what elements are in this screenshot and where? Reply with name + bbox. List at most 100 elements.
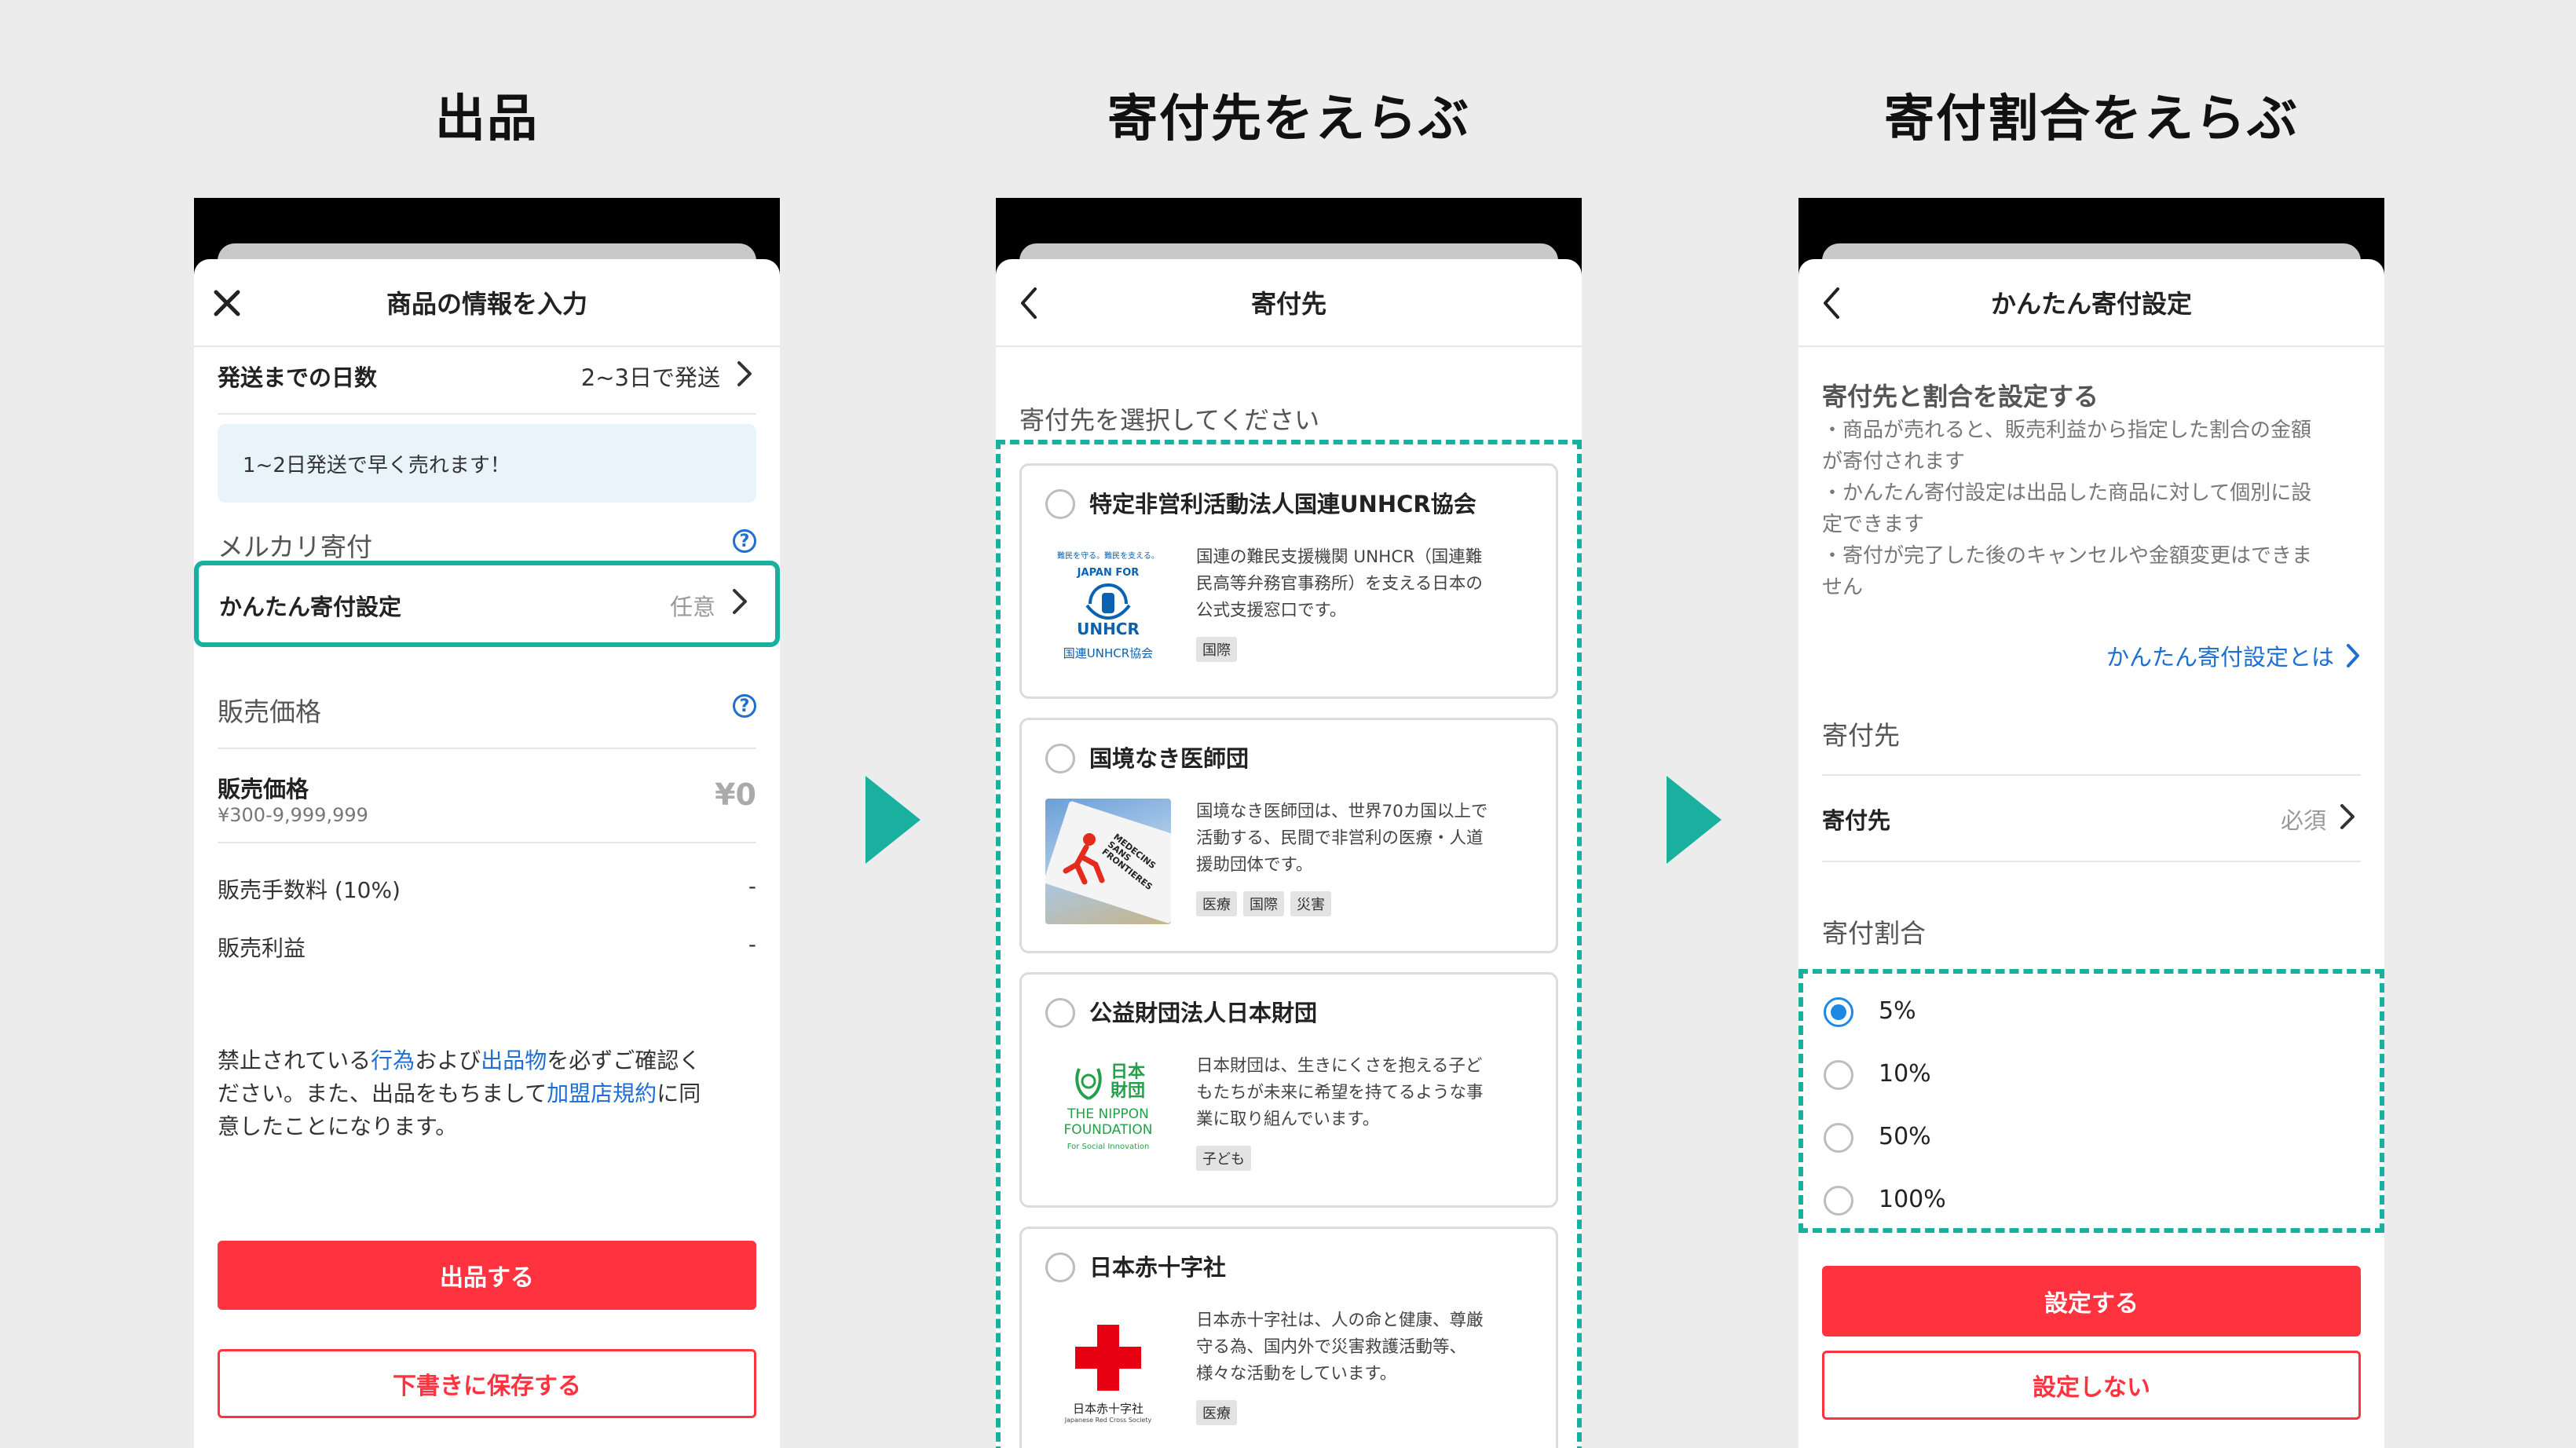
recipient-name: 日本赤十字社 xyxy=(1089,1254,1227,1281)
nav-bar: 寄付先 xyxy=(996,259,1582,347)
divider xyxy=(1822,861,2361,862)
tag-list: 子ども xyxy=(1196,1146,1251,1171)
phone-ratio-screen: かんたん寄付設定 寄付先と割合を設定する ・商品が売れると、販売利益から指定した… xyxy=(1798,198,2384,1448)
recipient-name: 特定非営利活動法人国連UNHCR協会 xyxy=(1089,491,1476,517)
note-line: が寄付されます xyxy=(1822,450,1966,474)
ratio-sheet: かんたん寄付設定 寄付先と割合を設定する ・商品が売れると、販売利益から指定した… xyxy=(1798,259,2384,1448)
radio-button[interactable] xyxy=(1824,1123,1853,1153)
tag: 災害 xyxy=(1290,891,1331,916)
set-donation-button[interactable]: 設定する xyxy=(1822,1266,2361,1336)
description-line: もたちが未来に希望を持てるような事 xyxy=(1196,1083,1484,1102)
ratio-option-5[interactable]: 5% xyxy=(1798,985,2384,1040)
radio-button[interactable] xyxy=(1045,489,1075,519)
radio-button-selected[interactable] xyxy=(1824,997,1853,1027)
next-step-arrow-icon xyxy=(1667,776,1722,864)
description-line: 業に取り組んでいます。 xyxy=(1196,1110,1380,1129)
nippon-foundation-logo: 日本 財団 THE NIPPON FOUNDATION For Social I… xyxy=(1045,1053,1171,1179)
unhcr-logo: 難民を守る。難民を支える。 JAPAN FOR UNHCR 国連UNHCR協会 xyxy=(1045,544,1171,670)
recipient-label: 寄付先 xyxy=(1822,807,1891,834)
step-title-listing: 出品 xyxy=(435,90,539,148)
radio-button[interactable] xyxy=(1824,1186,1853,1216)
recipient-name: 公益財団法人日本財団 xyxy=(1089,1000,1318,1026)
help-icon[interactable]: ? xyxy=(733,529,756,553)
listing-sheet: 商品の情報を入力 発送までの日数 2~3日で発送 1~2日発送で早く売れます！ … xyxy=(194,259,780,1448)
price-row[interactable]: 販売価格 ¥300-9,999,999 ¥0 xyxy=(218,749,756,840)
section-heading-ratio: 寄付割合 xyxy=(1822,918,1926,949)
back-chevron-icon[interactable] xyxy=(1809,281,1853,325)
description-line: 公式支援窓口です。 xyxy=(1196,601,1347,620)
recipient-name: 国境なき医師団 xyxy=(1089,745,1250,772)
step-title-choose-recipient: 寄付先をえらぶ xyxy=(1107,90,1470,148)
radio-button[interactable] xyxy=(1045,998,1075,1028)
radio-button[interactable] xyxy=(1045,1252,1075,1282)
recipient-card-msf[interactable]: 国境なき医師団 MEDECINS SANS FRONTIERES 国境なき医師団… xyxy=(1019,718,1558,953)
logo-text: 日本 xyxy=(1110,1062,1145,1082)
notice-text: および xyxy=(415,1048,481,1073)
description-line: 国境なき医師団は、世界70カ国以上で xyxy=(1196,802,1488,821)
save-draft-button[interactable]: 下書きに保存する xyxy=(218,1349,756,1418)
radio-button[interactable] xyxy=(1045,744,1075,773)
recipient-required: 必須 xyxy=(2280,807,2326,834)
submit-listing-button[interactable]: 出品する xyxy=(218,1241,756,1310)
recipient-description: 日本赤十字社は、人の命と健康、尊厳 守る為、国内外で災害救護活動等、 様々な活動… xyxy=(1196,1307,1524,1388)
price-range: ¥300-9,999,999 xyxy=(218,804,368,826)
shipping-days-label: 発送までの日数 xyxy=(218,364,378,391)
page-title: 商品の情報を入力 xyxy=(386,289,587,319)
no-donation-button[interactable]: 設定しない xyxy=(1822,1351,2361,1420)
shipping-days-value: 2~3日で発送 xyxy=(580,364,720,391)
phone-recipient-screen: 寄付先 寄付先を選択してください 特定非営利活動法人国連UNHCR協会 難民を守… xyxy=(996,198,1582,1448)
msf-flag-photo: MEDECINS SANS FRONTIERES xyxy=(1045,799,1171,924)
recipient-row[interactable]: 寄付先 必須 xyxy=(1822,776,2361,859)
easy-donation-row[interactable]: かんたん寄付設定 任意 xyxy=(194,561,780,647)
nav-bar: かんたん寄付設定 xyxy=(1798,259,2384,347)
ratio-label: 5% xyxy=(1879,997,1916,1025)
ratio-option-100[interactable]: 100% xyxy=(1798,1173,2384,1228)
description-line: 民高等弁務官事務所）を支える日本の xyxy=(1196,574,1483,594)
price-label: 販売価格 xyxy=(218,776,309,803)
prohibited-items-link[interactable]: 出品物 xyxy=(481,1048,547,1073)
logo-text: JAPAN FOR xyxy=(1077,567,1140,579)
prohibited-actions-link[interactable]: 行為 xyxy=(371,1048,415,1073)
chevron-right-icon xyxy=(2339,803,2356,831)
settings-heading: 寄付先と割合を設定する xyxy=(1822,382,2099,411)
recipient-card-red-cross[interactable]: 日本赤十字社 日本赤十字社 Japanese Red Cross Society… xyxy=(1019,1227,1558,1448)
ratio-option-10[interactable]: 10% xyxy=(1798,1048,2384,1102)
chevron-right-icon xyxy=(731,587,748,616)
shipping-tip-banner: 1~2日発送で早く売れます！ xyxy=(218,424,756,503)
ratio-label: 50% xyxy=(1879,1123,1931,1150)
logo-text: THE NIPPON xyxy=(1067,1106,1149,1122)
ratio-label: 100% xyxy=(1879,1186,1946,1213)
recipient-card-unhcr[interactable]: 特定非営利活動法人国連UNHCR協会 難民を守る。難民を支える。 JAPAN F… xyxy=(1019,463,1558,699)
msf-runner-icon xyxy=(1063,833,1105,885)
easy-donation-value: 任意 xyxy=(669,594,715,620)
note-line: ・かんたん寄付設定は出品した商品に対して個別に設 xyxy=(1822,481,2312,505)
notice-text: に同 xyxy=(657,1081,701,1106)
nippon-foundation-emblem-icon xyxy=(1075,1068,1102,1100)
tag: 国際 xyxy=(1243,891,1284,916)
chevron-right-icon xyxy=(736,360,753,388)
tag-list: 医療 xyxy=(1196,1400,1237,1425)
description-line: 援助団体です。 xyxy=(1196,855,1313,875)
recipient-card-nippon-foundation[interactable]: 公益財団法人日本財団 日本 財団 THE NIPPON FOUNDATION F… xyxy=(1019,972,1558,1208)
divider xyxy=(218,413,756,415)
ratio-option-50[interactable]: 50% xyxy=(1798,1110,2384,1165)
back-chevron-icon[interactable] xyxy=(1007,281,1051,325)
nav-bar: 商品の情報を入力 xyxy=(194,259,780,347)
tag: 医療 xyxy=(1196,1400,1237,1425)
logo-text: FOUNDATION xyxy=(1063,1122,1153,1138)
description-line: 守る為、国内外で災害救護活動等、 xyxy=(1196,1337,1467,1357)
description-line: 日本赤十字社は、人の命と健康、尊厳 xyxy=(1196,1311,1484,1330)
help-icon[interactable]: ? xyxy=(733,694,756,718)
note-line: ・寄付が完了した後のキャンセルや金額変更はできま xyxy=(1822,544,2313,568)
logo-text: 国連UNHCR協会 xyxy=(1063,646,1154,660)
close-icon[interactable] xyxy=(205,281,249,325)
price-input[interactable]: ¥0 xyxy=(715,777,756,812)
about-easy-donation-link[interactable]: かんたん寄付設定とは xyxy=(2106,639,2361,672)
tag: 医療 xyxy=(1196,891,1237,916)
unhcr-emblem-icon xyxy=(1085,583,1131,620)
radio-button[interactable] xyxy=(1824,1060,1853,1090)
chevron-right-icon xyxy=(2347,644,2359,667)
merchant-terms-link[interactable]: 加盟店規約 xyxy=(547,1081,657,1106)
shipping-days-row[interactable]: 発送までの日数 2~3日で発送 xyxy=(218,346,756,416)
logo-text: 難民を守る。難民を支える。 xyxy=(1057,552,1159,561)
